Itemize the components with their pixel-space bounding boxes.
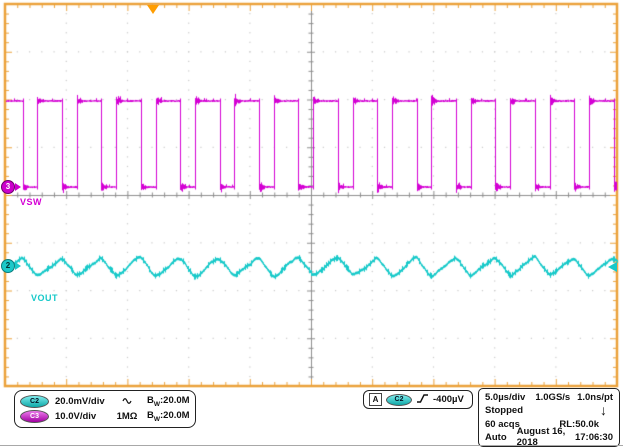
channel-2-scale: 20.0mV/div: [55, 396, 113, 407]
timebase-readout: 5.0µs/div: [485, 392, 525, 403]
sample-rate-readout: 1.0GS/s: [535, 392, 570, 403]
rising-edge-slope-icon: [416, 393, 429, 407]
channel-3-arrow-icon: [15, 183, 21, 191]
trigger-source-badge: C2: [386, 394, 412, 406]
single-sequence-arrow-icon: ↓: [600, 402, 607, 418]
screen-divider: [0, 445, 623, 446]
trigger-level-marker[interactable]: [608, 262, 617, 272]
channel-2-bandwidth: BW:20.0M: [147, 395, 190, 408]
channel-3-impedance: 1MΩ: [113, 411, 141, 422]
channel-3-readout-row[interactable]: C3 10.0V/div 1MΩ BW:20.0M: [20, 409, 190, 424]
trigger-mode-a-label: A: [369, 393, 382, 406]
channel-3-scale: 10.0V/div: [55, 411, 113, 422]
acquisition-status: Stopped: [485, 405, 523, 416]
vsw-trace-label: VSW: [20, 197, 42, 207]
channel-3-position-marker[interactable]: 3: [1, 180, 21, 193]
channel-readout-box[interactable]: C2 20.0mV/div BW:20.0M C3 10.0V/div 1MΩ …: [14, 390, 196, 428]
time-readout: 17:06:30: [575, 432, 613, 443]
acquisition-panel[interactable]: 5.0µs/div 1.0GS/s 1.0ns/pt Stopped 60 ac…: [478, 388, 620, 447]
trigger-mode-readout: Auto: [485, 432, 507, 443]
trigger-readout-box[interactable]: A C2 -400µV: [363, 390, 473, 409]
channel-2-badge-icon: 2: [1, 259, 15, 273]
channel-2-badge[interactable]: C2: [20, 395, 49, 408]
acq-status-row: Stopped: [485, 404, 613, 417]
oscilloscope-screen: 3 2 VSW VOUT C2 20.0mV/div BW:20.0M C3 1…: [0, 0, 623, 448]
resolution-readout: 1.0ns/pt: [577, 392, 613, 403]
vout-trace-label: VOUT: [31, 293, 58, 303]
channel-2-arrow-icon: [15, 262, 21, 270]
ac-coupling-icon: [113, 396, 141, 408]
channel-2-position-marker[interactable]: 2: [1, 259, 21, 272]
horizontal-readout-row: 5.0µs/div 1.0GS/s 1.0ns/pt: [485, 391, 613, 404]
channel-3-badge[interactable]: C3: [20, 410, 49, 423]
trigger-level-readout: -400µV: [433, 394, 464, 405]
waveform-display: [0, 0, 623, 388]
channel-3-badge-icon: 3: [1, 180, 15, 194]
channel-2-readout-row[interactable]: C2 20.0mV/div BW:20.0M: [20, 394, 190, 409]
trigger-position-marker[interactable]: [147, 5, 159, 14]
channel-3-bandwidth: BW:20.0M: [147, 410, 190, 423]
datetime-row: Auto August 16, 2018 17:06:30: [485, 431, 613, 444]
acquisition-count: 60 acqs: [485, 419, 520, 430]
